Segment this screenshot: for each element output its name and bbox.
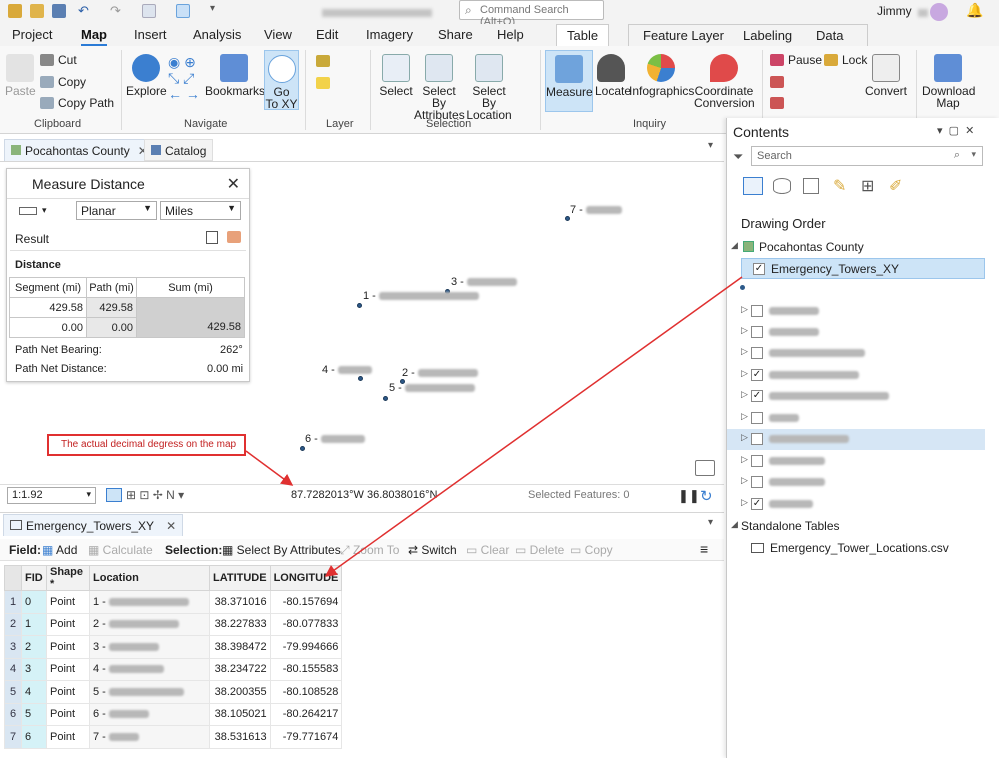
arrow-to-longitude-column — [324, 276, 743, 577]
annotation-arrows — [245, 276, 743, 577]
arrow-to-coordinates — [245, 450, 294, 486]
